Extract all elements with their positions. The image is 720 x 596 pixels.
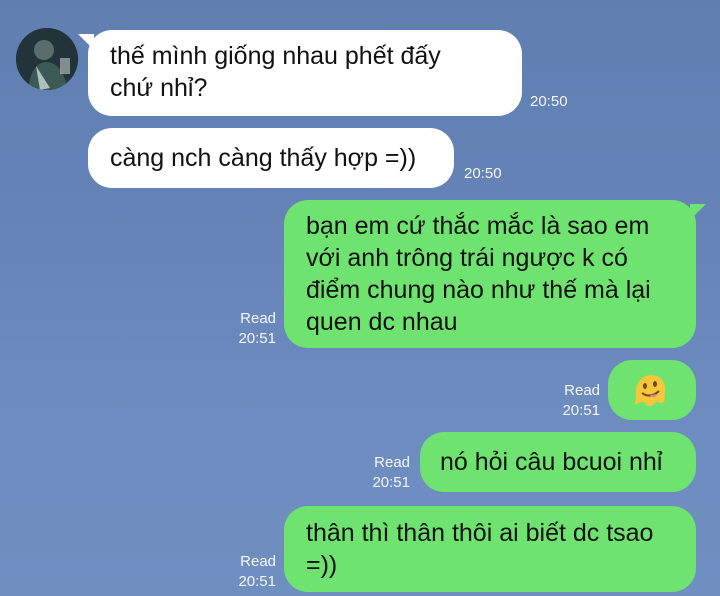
- message-meta: Read 20:51: [226, 309, 276, 349]
- message-meta: Read 20:51: [552, 381, 600, 421]
- message-text-line: =)): [306, 551, 338, 579]
- person-photo-icon: [16, 28, 78, 90]
- message-text-line: với anh trông trái ngược k có: [306, 244, 628, 272]
- message-time: 20:51: [562, 402, 600, 419]
- message-meta: Read 20:51: [226, 552, 276, 592]
- read-receipt: Read: [240, 553, 276, 570]
- message-text-line: chứ nhỉ?: [110, 74, 208, 102]
- read-receipt: Read: [564, 382, 600, 399]
- contact-avatar[interactable]: [16, 28, 78, 90]
- message-text-line: càng nch càng thấy hợp =)): [110, 144, 417, 172]
- message-text-line: quen dc nhau: [306, 308, 458, 336]
- message-text-line: nó hỏi câu bcuoi nhỉ: [440, 448, 663, 476]
- chat-thread: thế mình giống nhau phết đấy chứ nhỉ? 20…: [0, 0, 720, 596]
- message-bubble-sent[interactable]: nó hỏi câu bcuoi nhỉ: [420, 432, 696, 492]
- message-time: 20:51: [238, 330, 276, 347]
- melting-face-icon: [634, 375, 666, 406]
- message-text-line: thân thì thân thôi ai biết dc tsao: [306, 519, 654, 547]
- read-receipt: Read: [374, 454, 410, 471]
- read-receipt: Read: [240, 310, 276, 327]
- message-time: 20:51: [372, 474, 410, 491]
- message-text-line: bạn em cứ thắc mắc là sao em: [306, 212, 650, 240]
- message-time: 20:50: [464, 165, 502, 182]
- message-meta: Read 20:51: [362, 453, 410, 493]
- message-time: 20:50: [530, 93, 568, 110]
- message-bubble-sent[interactable]: thân thì thân thôi ai biết dc tsao =)): [284, 506, 696, 592]
- message-bubble-received[interactable]: thế mình giống nhau phết đấy chứ nhỉ?: [78, 30, 522, 116]
- message-text-line: thế mình giống nhau phết đấy: [110, 42, 441, 70]
- message-bubble-sent[interactable]: bạn em cứ thắc mắc là sao em với anh trô…: [284, 200, 706, 348]
- message-time: 20:51: [238, 573, 276, 590]
- message-bubble-received[interactable]: càng nch càng thấy hợp =)): [88, 128, 454, 188]
- message-text-line: điểm chung nào như thế mà lại: [306, 276, 651, 304]
